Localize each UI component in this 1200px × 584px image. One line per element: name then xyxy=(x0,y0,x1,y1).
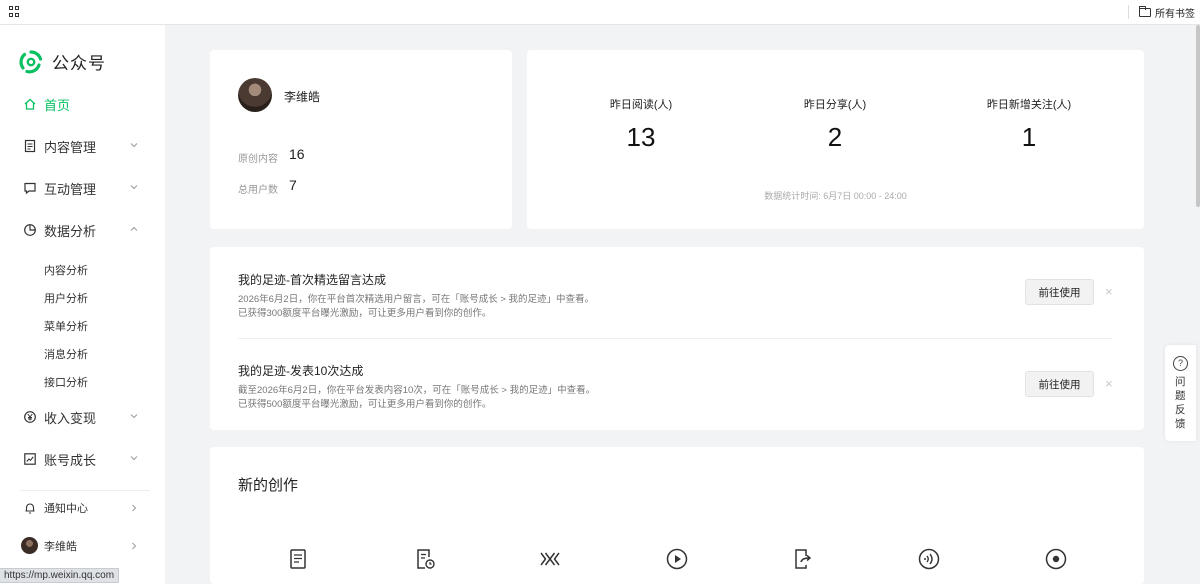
nav-sub-menu-analysis[interactable]: 菜单分析 xyxy=(44,318,88,334)
feedback-button[interactable]: ? 问题反馈 xyxy=(1165,345,1196,441)
nav-monetization-label: 收入变现 xyxy=(44,410,97,426)
stat-shares[interactable]: 昨日分享(人) 2 xyxy=(775,96,895,153)
notice-description: 2026年6月2日，你在平台首次精选用户留言，可在「账号成长 > 我的足迹」中查… xyxy=(238,293,1118,321)
apps-grid-icon[interactable] xyxy=(9,6,20,17)
chevron-down-icon xyxy=(130,185,138,190)
total-users-stat: 总用户数 7 xyxy=(238,177,297,196)
stat-shares-label: 昨日分享(人) xyxy=(803,99,867,111)
nav-content-management-label: 内容管理 xyxy=(44,139,97,155)
total-users-value: 7 xyxy=(289,177,297,193)
stat-reads-value: 13 xyxy=(626,122,656,152)
sidebar: 公众号 首页 内容管理 互动管理 数据分析 内容分析 用户分析 菜单分析 消息分… xyxy=(0,25,165,584)
stat-reads-label: 昨日阅读(人) xyxy=(609,99,673,111)
go-use-button[interactable]: 前往使用 xyxy=(1025,371,1094,397)
notice-description: 截至2026年6月2日，你在平台发表内容10次，可在「账号成长 > 我的足迹」中… xyxy=(238,384,1118,412)
close-icon[interactable]: × xyxy=(1105,376,1113,391)
new-creation-card: 新的创作 xyxy=(210,447,1144,584)
nav-data-analysis-label: 数据分析 xyxy=(44,223,97,239)
notice-title: 我的足迹-首次精选留言达成 xyxy=(238,273,386,287)
notice-line: 2026年6月2日，你在平台首次精选用户留言，可在「账号成长 > 我的足迹」中查… xyxy=(238,294,595,305)
folder-icon xyxy=(1139,6,1151,17)
pie-chart-icon xyxy=(24,224,36,236)
nav-notification-label: 通知中心 xyxy=(44,503,88,515)
home-icon xyxy=(24,98,36,110)
notice-line: 截至2026年6月2日，你在平台发表内容10次，可在「账号成长 > 我的足迹」中… xyxy=(238,385,596,396)
sidebar-divider xyxy=(20,490,150,491)
new-creation-title: 新的创作 xyxy=(238,477,299,494)
avatar[interactable] xyxy=(238,78,272,112)
stat-new-followers[interactable]: 昨日新增关注(人) 1 xyxy=(969,96,1089,153)
chevron-down-icon xyxy=(130,456,138,461)
stat-new-followers-label: 昨日新增关注(人) xyxy=(986,99,1072,111)
notice-divider xyxy=(238,338,1112,339)
browser-bookmark-bar: 所有书签 xyxy=(0,0,1200,25)
original-content-stat: 原创内容 16 xyxy=(238,146,305,165)
close-icon[interactable]: × xyxy=(1105,284,1113,299)
go-use-button[interactable]: 前往使用 xyxy=(1025,279,1094,305)
feedback-label: 问题反馈 xyxy=(1175,376,1186,430)
stat-reads[interactable]: 昨日阅读(人) 13 xyxy=(581,96,701,153)
live-icon[interactable] xyxy=(1044,547,1068,571)
original-content-value: 16 xyxy=(289,146,305,162)
repost-icon[interactable] xyxy=(791,547,815,571)
nav-home[interactable]: 首页 xyxy=(0,89,165,119)
trend-chart-icon xyxy=(24,453,36,465)
nav-sub-content-analysis[interactable]: 内容分析 xyxy=(44,262,88,278)
profile-name: 李维皓 xyxy=(284,90,321,104)
nav-monetization[interactable]: 收入变现 xyxy=(0,402,165,432)
nav-data-analysis[interactable]: 数据分析 xyxy=(0,215,165,245)
article-icon[interactable] xyxy=(286,547,310,571)
nav-user-profile[interactable]: 李维皓 xyxy=(0,534,165,558)
link-status-url: https://mp.weixin.qq.com xyxy=(0,568,120,583)
scheduled-article-icon[interactable] xyxy=(413,547,437,571)
nav-account-growth-label: 账号成长 xyxy=(44,452,97,468)
nav-content-management[interactable]: 内容管理 xyxy=(0,131,165,161)
video-icon[interactable] xyxy=(665,547,689,571)
chat-bubble-icon xyxy=(24,182,36,195)
bell-icon xyxy=(25,503,35,514)
nav-sub-api-analysis[interactable]: 接口分析 xyxy=(44,374,88,390)
nav-home-label: 首页 xyxy=(44,97,71,113)
notice-line: 已获得300额度平台曝光激励，可让更多用户看到你的创作。 xyxy=(238,308,492,319)
stat-shares-value: 2 xyxy=(827,122,843,152)
nav-interaction-management[interactable]: 互动管理 xyxy=(0,173,165,203)
bookmark-separator xyxy=(1128,5,1129,19)
logo[interactable]: 公众号 xyxy=(19,49,106,74)
yen-coin-icon xyxy=(24,411,36,423)
all-bookmarks-button[interactable]: 所有书签 xyxy=(1139,5,1195,20)
chevron-down-icon xyxy=(130,143,138,148)
achievement-notices-card: 我的足迹-首次精选留言达成 2026年6月2日，你在平台首次精选用户留言，可在「… xyxy=(210,247,1144,430)
nav-sub-message-analysis[interactable]: 消息分析 xyxy=(44,346,88,362)
chevron-up-icon xyxy=(130,226,138,231)
nav-account-growth[interactable]: 账号成长 xyxy=(0,444,165,474)
notice-title: 我的足迹-发表10次达成 xyxy=(238,364,364,378)
audio-icon[interactable] xyxy=(917,547,941,571)
nav-interaction-management-label: 互动管理 xyxy=(44,181,97,197)
profile-card: 李维皓 原创内容 16 总用户数 7 xyxy=(210,50,512,229)
stats-time-footnote: 数据统计时间: 6月7日 00:00 - 24:00 xyxy=(764,191,907,201)
image-post-icon[interactable] xyxy=(538,547,562,571)
page-scrollbar[interactable] xyxy=(1196,25,1200,207)
nav-user-name: 李维皓 xyxy=(44,541,77,553)
chevron-right-icon xyxy=(132,504,137,512)
total-users-label: 总用户数 xyxy=(238,185,278,196)
chevron-right-icon xyxy=(132,542,137,550)
yesterday-stats-card: 昨日阅读(人) 13 昨日分享(人) 2 昨日新增关注(人) 1 数据统计时间:… xyxy=(527,50,1144,229)
notice-item: 我的足迹-发表10次达成 截至2026年6月2日，你在平台发表内容10次，可在「… xyxy=(238,362,1118,412)
logo-icon xyxy=(19,49,43,73)
document-icon xyxy=(24,139,36,153)
logo-text: 公众号 xyxy=(52,54,106,73)
avatar xyxy=(21,537,38,554)
chevron-down-icon xyxy=(130,414,138,419)
nav-sub-user-analysis[interactable]: 用户分析 xyxy=(44,290,88,306)
nav-notification-center[interactable]: 通知中心 xyxy=(0,496,165,520)
all-bookmarks-label: 所有书签 xyxy=(1155,9,1195,20)
notice-line: 已获得500额度平台曝光激励，可让更多用户看到你的创作。 xyxy=(238,399,492,410)
notice-item: 我的足迹-首次精选留言达成 2026年6月2日，你在平台首次精选用户留言，可在「… xyxy=(238,271,1118,321)
help-circle-icon: ? xyxy=(1173,356,1188,371)
stat-new-followers-value: 1 xyxy=(1021,122,1037,152)
original-content-label: 原创内容 xyxy=(238,154,278,165)
